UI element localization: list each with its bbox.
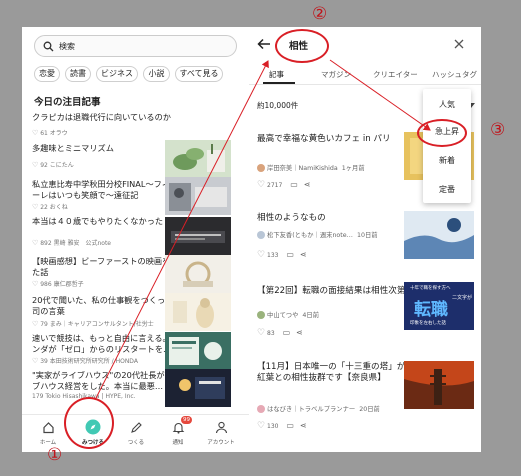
comment-icon[interactable]: ▭ (283, 328, 291, 337)
tab-hashtags[interactable]: ハッシュタグ (432, 69, 477, 80)
avatar (257, 311, 265, 319)
avatar (257, 164, 265, 172)
search-icon (43, 41, 54, 52)
nav-notifications-label: 通知 (172, 440, 184, 446)
comment-icon[interactable]: ▭ (290, 180, 298, 189)
nav-account[interactable]: アカウント (200, 417, 242, 451)
like-icon[interactable]: ♡ (257, 328, 265, 338)
result-title[interactable]: 【第22回】転職の面接結果は相性次第 (257, 286, 407, 297)
article-title[interactable]: 20代で聞いた、私の仕事観をつくった上司の言葉 (32, 295, 182, 317)
annotation-label-1: ① (47, 445, 63, 465)
back-arrow-icon[interactable] (257, 38, 271, 50)
article-title[interactable]: クラピカは退職代行に向いているのか (32, 112, 237, 123)
like-icon[interactable]: ♡ (257, 250, 265, 260)
article-title[interactable]: 本当は４０歳でもやりたくなかった (32, 216, 182, 227)
chip-see-all[interactable]: すべて見る (175, 66, 223, 82)
person-icon (215, 421, 228, 434)
tab-divider (249, 84, 481, 85)
article-meta: ♡ 79 まみ｜キャリアコンサルタント/社労士 (32, 320, 154, 328)
thumb-subtitle-3: 印象を左右した話 (410, 321, 446, 326)
article-thumbnail[interactable] (165, 332, 231, 370)
like-icon[interactable]: ♡ (257, 421, 265, 431)
share-icon[interactable]: ⋖ (300, 250, 307, 259)
result-actions: ♡ 130 ▭ ⋖ (257, 421, 307, 431)
sort-option-popular[interactable]: 人気 (423, 99, 471, 110)
article-thumbnail[interactable] (165, 217, 231, 255)
result-thumbnail[interactable]: 十年で職を探す方へ 転職 二文字が 印象を左右した話 (404, 282, 474, 330)
thumb-title: 転職 (414, 300, 448, 320)
chip-shosetsu[interactable]: 小説 (143, 66, 170, 82)
article-meta: ♡ 61 オラウ (32, 129, 68, 137)
search-placeholder: 検索 (59, 42, 75, 51)
article-meta: ♡ 986 康仁郡哲子 (32, 280, 84, 288)
article-thumbnail[interactable] (165, 369, 231, 407)
result-count: 約10,000件 (257, 101, 299, 110)
share-icon[interactable]: ⋖ (300, 421, 307, 430)
nav-account-label: アカウント (207, 440, 235, 446)
right-screen: 相性 記事 マガジン クリエイター ハッシュタグ 約10,000件 最高で幸福な… (249, 27, 481, 452)
section-title: 今日の注目記事 (34, 97, 101, 108)
article-thumbnail[interactable] (165, 177, 231, 215)
search-input[interactable]: 検索 (34, 35, 237, 57)
result-actions: ♡ 83 ▭ ⋖ (257, 328, 303, 338)
comment-icon[interactable]: ▭ (286, 250, 294, 259)
annotation-ring-1 (64, 397, 114, 449)
article-title[interactable]: 速いで競技は、もっと自由に言える。ホンダが「ゼロ」からのリスタートを… (32, 333, 182, 355)
share-icon[interactable]: ⋖ (304, 180, 311, 189)
article-thumbnail[interactable] (165, 255, 231, 293)
annotation-ring-3 (417, 119, 467, 147)
left-screen: 検索 恋愛 読書 ビジネス 小説 すべて見る 今日の注目記事 クラピカは退職代行… (22, 27, 249, 452)
close-icon[interactable] (454, 39, 464, 49)
tab-creators[interactable]: クリエイター (373, 69, 418, 80)
article-meta: ♡ 92 こにたん (32, 161, 74, 169)
result-meta: 松下友香(ともか｜週末note… 10日前 (257, 230, 378, 239)
annotation-label-2: ② (312, 4, 328, 24)
article-title[interactable]: 多趣味とミニマリズム (32, 143, 182, 154)
pencil-icon (131, 422, 142, 433)
tab-articles[interactable]: 記事 (269, 69, 284, 80)
annotation-ring-2 (275, 29, 329, 63)
result-title[interactable]: 【11月】日本唯一の「十三重の塔」が紅葉との相性抜群です【奈良県】 (257, 362, 412, 384)
annotation-label-3: ③ (490, 120, 506, 140)
nav-create-label: つくる (127, 440, 145, 446)
article-thumbnail[interactable] (165, 140, 231, 178)
result-thumbnail[interactable] (404, 361, 474, 409)
sort-option-standard[interactable]: 定番 (423, 184, 471, 195)
thumb-subtitle-2: 二文字が (452, 295, 473, 301)
result-meta: はなびき｜トラベルプランナー 20日前 (257, 404, 380, 413)
result-actions: ♡ 2717 ▭ ⋖ (257, 180, 311, 190)
chip-renai[interactable]: 恋愛 (34, 66, 60, 82)
result-actions: ♡ 133 ▭ ⋖ (257, 250, 307, 260)
article-meta: ♡ 892 黒崎 雅安 公式note (32, 239, 111, 247)
article-meta: ♡ 39 本田技術研究所研究所 / HONDA (32, 357, 138, 365)
article-thumbnail[interactable] (165, 293, 231, 331)
article-meta: ♡ 22 おくね (32, 203, 68, 211)
article-title[interactable]: 【映画感想】ビーファーストの映画を観た話 (32, 256, 182, 278)
notification-badge: 99 (181, 416, 192, 424)
article-title[interactable]: 私立恵比寿中学秋田分校FINAL～フィナーレはいつも笑顔で～遠征記 (32, 179, 182, 201)
avatar (257, 405, 265, 413)
avatar (257, 231, 265, 239)
result-title[interactable]: 相性のようなもの (257, 213, 407, 224)
nav-notifications[interactable]: 99 通知 (157, 416, 199, 451)
result-meta: 中山てつや 4日前 (257, 310, 319, 319)
result-title[interactable]: 最高で幸福な黄色いカフェ in パリ (257, 134, 407, 145)
chip-dokusho[interactable]: 読書 (65, 66, 91, 82)
nav-create[interactable]: つくる (115, 417, 157, 451)
result-thumbnail[interactable] (404, 211, 474, 259)
home-icon (43, 422, 54, 434)
share-icon[interactable]: ⋖ (296, 328, 303, 337)
sort-option-new[interactable]: 新着 (423, 155, 471, 166)
thumb-subtitle: 十年で職を探す方へ (410, 286, 451, 291)
tab-magazines[interactable]: マガジン (321, 69, 351, 80)
chip-business[interactable]: ビジネス (96, 66, 138, 82)
like-icon[interactable]: ♡ (257, 180, 265, 190)
result-meta: 岸田奈美｜NamiKishida 1ヶ月前 (257, 163, 365, 172)
comment-icon[interactable]: ▭ (286, 421, 294, 430)
article-title[interactable]: "実家がライブハウス"の20代社長がライブハウス経営をした。本当に最悪… (32, 370, 182, 392)
